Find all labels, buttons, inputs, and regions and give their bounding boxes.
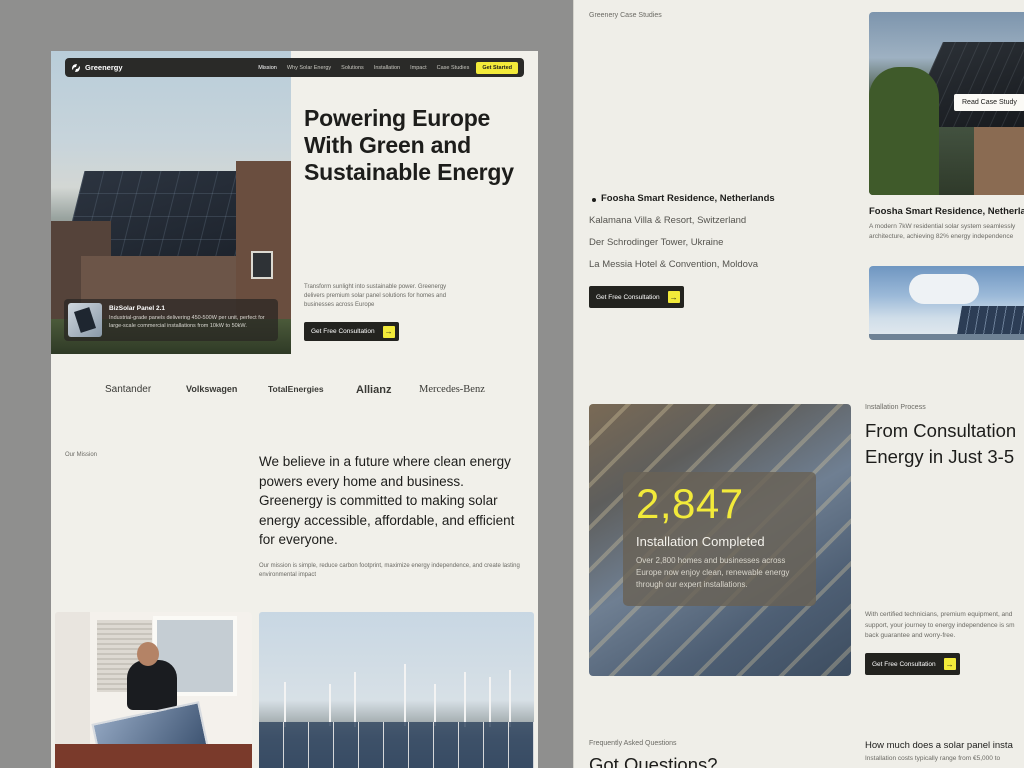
brand-logo[interactable]: Greenergy (71, 63, 123, 73)
case-study-item-kalamana[interactable]: Kalamana Villa & Resort, Switzerland (589, 215, 775, 237)
case-studies-label: Greenery Case Studies (589, 12, 662, 19)
installation-title-line-2: Energy in Just 3-5 (865, 445, 1015, 467)
hero-consultation-button[interactable]: Get Free Consultation → (304, 322, 399, 341)
wind-solar-farm-photo (259, 612, 534, 768)
get-started-button[interactable]: Get Started (476, 61, 518, 74)
leaf-logo-icon (72, 63, 80, 72)
installation-desc-line-3: back guarantee and worry-free. (865, 632, 956, 639)
product-name: BizSolar Panel 2.1 (109, 305, 165, 312)
nav-link-case-studies[interactable]: Case Studies (437, 65, 470, 71)
nav-link-why-solar[interactable]: Why Solar Energy (287, 65, 331, 71)
stats-description: Over 2,800 homes and businesses across E… (636, 556, 790, 589)
case-study-item-foosha[interactable]: Foosha Smart Residence, Netherlands (589, 193, 775, 215)
installer-photo (55, 612, 252, 768)
faq-label: Frequently Asked Questions (589, 740, 677, 747)
case-study-item-la-messia[interactable]: La Messia Hotel & Convention, Moldova (589, 259, 775, 281)
navbar: Greenergy Mission Why Solar Energy Solut… (65, 58, 524, 77)
installation-process-label: Installation Process (865, 404, 926, 411)
case-study-description: A modern 7kW residential solar system se… (869, 222, 1024, 241)
mission-subtext: Our mission is simple, reduce carbon foo… (259, 563, 520, 578)
faq-answer: Installation costs typically range from … (865, 755, 1001, 762)
product-card[interactable]: BizSolar Panel 2.1 Industrial-grade pane… (64, 299, 278, 341)
mission-label: Our Mission (65, 452, 98, 458)
brand-logo-allianz: Allianz (356, 384, 392, 396)
nav-link-mission[interactable]: Mission (258, 65, 277, 71)
installation-desc-line-1: With certified technicians, premium equi… (865, 611, 1013, 618)
case-study-list: Foosha Smart Residence, Netherlands Kala… (589, 193, 775, 281)
brand-logo-mercedes: Mercedes-Benz (419, 384, 485, 395)
hero-description: Transform sunlight into sustainable powe… (304, 284, 447, 308)
brand-logo-volkswagen: Volkswagen (186, 384, 238, 394)
arrow-right-icon: → (382, 325, 395, 338)
case-study-consultation-label: Get Free Consultation (596, 293, 660, 301)
case-study-consultation-button[interactable]: Get Free Consultation → (589, 286, 684, 308)
mission-statement: We believe in a future where clean energ… (259, 454, 515, 547)
case-study-item-schrodinger[interactable]: Der Schrodinger Tower, Ukraine (589, 237, 775, 259)
nav-links: Mission Why Solar Energy Solutions Insta… (258, 65, 469, 71)
installation-desc-line-2: support, your journey to energy independ… (865, 621, 1015, 629)
installation-process-description: With certified technicians, premium equi… (865, 610, 1024, 642)
stats-title: Installation Completed (636, 534, 765, 549)
brand-name: Greenergy (85, 63, 123, 72)
brand-logo-santander: Santander (105, 384, 152, 395)
arrow-right-icon: → (667, 291, 680, 303)
installation-count: 2,847 (636, 480, 744, 527)
installation-consultation-label: Get Free Consultation (872, 660, 936, 668)
case-study-title: Foosha Smart Residence, Netherlands (869, 206, 1024, 217)
case-study-description-line-1: A modern 7kW residential solar system se… (869, 223, 1016, 230)
nav-link-installation[interactable]: Installation (374, 65, 400, 71)
case-study-description-line-2: architecture, achieving 82% energy indep… (869, 232, 1014, 240)
faq-title: Got Questions? (589, 754, 718, 768)
hero-title: Powering Europe With Green and Sustainab… (304, 105, 514, 185)
product-description: Industrial-grade panels delivering 450-5… (109, 315, 265, 329)
installation-process-title: From Consultation Energy in Just 3-5 (865, 418, 1024, 469)
case-study-photo-2 (869, 266, 1024, 340)
landing-page-left: Greenergy Mission Why Solar Energy Solut… (51, 51, 538, 768)
nav-link-impact[interactable]: Impact (410, 65, 427, 71)
installation-title-line-1: From Consultation (865, 420, 1017, 441)
stats-card: 2,847 Installation Completed Over 2,800 … (623, 472, 816, 606)
read-case-study-button[interactable]: Read Case Study (954, 94, 1024, 111)
brand-logo-totalenergies: TotalEnergies (268, 384, 324, 394)
solar-panel-thumbnail (68, 303, 102, 337)
arrow-right-icon: → (943, 658, 956, 670)
nav-link-solutions[interactable]: Solutions (341, 65, 364, 71)
hero-consultation-label: Get Free Consultation (311, 328, 375, 335)
installation-consultation-button[interactable]: Get Free Consultation → (865, 653, 960, 675)
partner-logos: Santander Volkswagen TotalEnergies Allia… (51, 384, 538, 398)
faq-question[interactable]: How much does a solar panel insta (865, 740, 1013, 751)
